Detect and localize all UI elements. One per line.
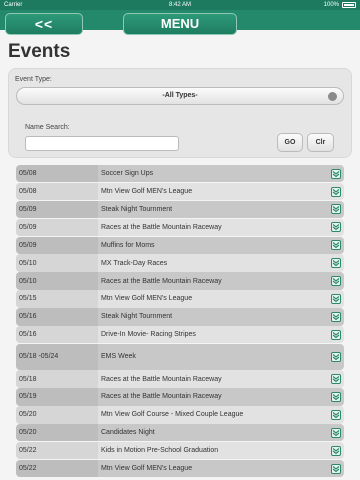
battery-percent: 100% (323, 2, 339, 8)
event-name: Soccer Sign Ups (101, 170, 154, 178)
event-name: Mtn View Golf MEN's League (101, 465, 193, 473)
event-name: Steak Night Tournment (101, 313, 173, 321)
event-date: 05/22 (16, 441, 98, 460)
event-row[interactable]: 05/08 Soccer Sign Ups (16, 165, 344, 183)
chevron-down-icon[interactable] (331, 186, 341, 197)
event-name: EMS Week (101, 353, 136, 361)
chevron-down-icon[interactable] (331, 222, 341, 233)
event-name: Races at the Battle Mountain Raceway (101, 277, 222, 285)
chevron-down-icon[interactable] (331, 445, 341, 456)
event-row[interactable]: 05/16 Drive-In Movie- Racing Stripes (16, 326, 344, 344)
event-row[interactable]: 05/09 Steak Night Tournment (16, 200, 344, 219)
chevron-down-icon[interactable] (331, 293, 341, 304)
event-list: 05/08 Soccer Sign Ups 05/08 Mtn View Golf M… (16, 165, 344, 478)
back-button[interactable]: << (5, 13, 83, 35)
event-date: 05/09 (16, 236, 98, 254)
name-search-label: Name Search: (25, 124, 70, 131)
event-date: 05/22 (16, 459, 98, 478)
event-date: 05/20 (16, 406, 98, 424)
chevron-down-icon[interactable] (331, 329, 341, 340)
event-date: 05/10 (16, 254, 98, 272)
event-row[interactable]: 05/18 -05/24 EMS Week (16, 343, 344, 370)
event-date: 05/18 -05/24 (16, 343, 98, 370)
event-row[interactable]: 05/15 Mtn View Golf MEN's League (16, 290, 344, 308)
event-row[interactable]: 05/16 Steak Night Tournment (16, 308, 344, 326)
event-name: MX Track-Day Races (101, 259, 168, 267)
event-date: 05/08 (16, 182, 98, 201)
event-type-label: Event Type: (15, 76, 52, 83)
event-name: Mtn View Golf Course - Mixed Couple Leag… (101, 411, 244, 419)
chevron-down-icon[interactable] (331, 351, 341, 362)
event-type-select[interactable]: -All Types- (16, 87, 344, 105)
page-title: Events (8, 41, 71, 62)
event-date: 05/16 (16, 308, 98, 326)
event-row[interactable]: 05/08 Mtn View Golf MEN's League (16, 182, 344, 201)
event-name: Kids in Motion Pre-School Graduation (101, 447, 219, 455)
event-date: 05/16 (16, 326, 98, 344)
event-row[interactable]: 05/09 Muffins for Moms (16, 236, 344, 254)
event-name: Mtn View Golf MEN's League (101, 295, 193, 303)
go-button[interactable]: GO (277, 133, 303, 152)
event-row[interactable]: 05/10 MX Track-Day Races (16, 254, 344, 272)
event-name: Races at the Battle Mountain Raceway (101, 223, 222, 231)
event-row[interactable]: 05/20 Mtn View Golf Course - Mixed Couple… (16, 406, 344, 424)
clear-button[interactable]: Clr (307, 133, 334, 152)
event-row[interactable]: 05/20 Candidates Night (16, 424, 344, 442)
status-time: 8:42 AM (168, 2, 191, 8)
status-right: 100% (324, 0, 356, 10)
event-date: 05/19 (16, 388, 98, 406)
chevron-down-icon[interactable] (331, 311, 341, 322)
chevron-down-icon[interactable] (331, 463, 341, 474)
event-name: Candidates Night (101, 429, 155, 437)
event-row[interactable]: 05/19 Races at the Battle Mountain Racewa… (16, 388, 344, 406)
event-name: Steak Night Tournment (101, 205, 173, 213)
event-name: Drive-In Movie- Racing Stripes (101, 331, 196, 339)
chevron-down-icon[interactable] (331, 204, 341, 215)
menu-button[interactable]: MENU (123, 13, 237, 35)
chevron-down-icon[interactable] (331, 240, 341, 251)
event-date: 05/08 (16, 165, 98, 183)
event-date: 05/20 (16, 424, 98, 442)
name-search-input[interactable] (25, 136, 179, 151)
event-date: 05/09 (16, 218, 98, 237)
event-row[interactable]: 05/10 Races at the Battle Mountain Racewa… (16, 272, 344, 290)
chevron-down-icon[interactable] (331, 168, 341, 179)
status-bar: Carrier 8:42 AM 100% (0, 0, 360, 10)
chevron-down-icon[interactable] (331, 374, 341, 385)
event-type-value: -All Types- (162, 92, 198, 99)
chevron-down-icon[interactable] (331, 276, 341, 287)
chevron-down-icon[interactable] (331, 427, 341, 438)
filter-panel: Event Type: -All Types- Name Search: GO … (8, 68, 352, 158)
select-indicator-icon (328, 92, 337, 101)
event-row[interactable]: 05/22 Kids in Motion Pre-School Graduatio… (16, 441, 344, 460)
event-date: 05/15 (16, 290, 98, 308)
nav-bar: << MENU (0, 10, 360, 35)
event-name: Races at the Battle Mountain Raceway (101, 393, 222, 401)
event-date: 05/18 (16, 370, 98, 388)
event-row[interactable]: 05/09 Races at the Battle Mountain Racewa… (16, 218, 344, 237)
chevron-down-icon[interactable] (331, 258, 341, 269)
event-row[interactable]: 05/22 Mtn View Golf MEN's League (16, 459, 344, 478)
event-date: 05/09 (16, 200, 98, 219)
event-name: Mtn View Golf MEN's League (101, 188, 193, 196)
chevron-down-icon[interactable] (331, 391, 341, 402)
event-date: 05/10 (16, 272, 98, 290)
event-name: Races at the Battle Mountain Raceway (101, 375, 222, 383)
event-name: Muffins for Moms (101, 241, 155, 249)
chevron-down-icon[interactable] (331, 409, 341, 420)
event-row[interactable]: 05/18 Races at the Battle Mountain Racewa… (16, 370, 344, 388)
battery-icon (342, 2, 356, 8)
